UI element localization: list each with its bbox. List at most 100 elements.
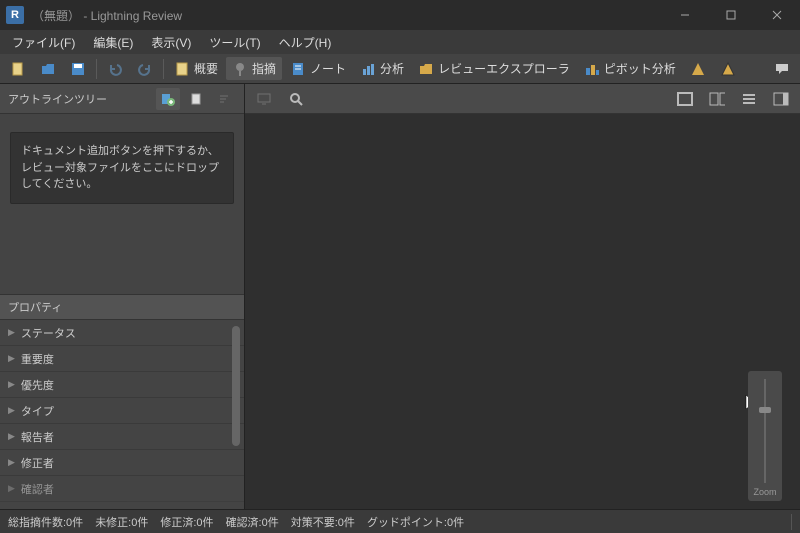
prop-label: 重要度 (21, 351, 54, 367)
zoom-track[interactable] (764, 379, 766, 483)
caret-icon: ▶ (8, 483, 15, 494)
warning-button[interactable] (684, 58, 712, 80)
chat-icon (774, 61, 790, 77)
pivot-button[interactable]: ピボット分析 (578, 57, 682, 80)
note-label: ノート (310, 60, 346, 77)
review-explorer-button[interactable]: レビューエクスプローラ (412, 57, 576, 80)
redo-button[interactable] (131, 58, 159, 80)
panel-right-button[interactable] (768, 88, 794, 110)
menubar: ファイル(F) 編集(E) 表示(V) ツール(T) ヘルプ(H) (0, 30, 800, 54)
prop-fixer[interactable]: ▶ 修正者 (0, 450, 244, 476)
folder-icon (418, 61, 434, 77)
zoom-label: Zoom (753, 487, 776, 497)
status-good: グッドポイント:0件 (367, 514, 464, 530)
prop-label: タイプ (21, 403, 54, 419)
document-icon (174, 61, 190, 77)
prop-label: 修正者 (21, 455, 54, 471)
pivot-label: ピボット分析 (604, 60, 676, 77)
outline-header: アウトラインツリー (0, 84, 244, 114)
overview-button[interactable]: 概要 (168, 57, 224, 80)
split-h-icon (709, 91, 725, 107)
props-list: ▶ステータス ▶重要度 ▶優先度 ▶タイプ ▶報告者 ▶修正者 ▶確認者 (0, 320, 244, 509)
toolbar: 概要 指摘 ノート 分析 レビューエクスプローラ ピボット分析 (0, 54, 800, 84)
outline-doc-button[interactable] (184, 88, 208, 110)
menu-file[interactable]: ファイル(F) (4, 31, 83, 54)
fullscreen-button[interactable] (672, 88, 698, 110)
prop-reporter[interactable]: ▶ 報告者 (0, 424, 244, 450)
issue-label: 指摘 (252, 60, 276, 77)
separator (96, 59, 97, 79)
pivot-icon (584, 61, 600, 77)
caret-icon: ▶ (8, 353, 15, 364)
sidebar: アウトラインツリー ドキュメント追加ボタンを押下するか、レビュー対象ファイルをこ… (0, 84, 245, 509)
outline-sort-button[interactable] (212, 88, 236, 110)
prop-label: 優先度 (21, 377, 54, 393)
prop-confirmer[interactable]: ▶確認者 (0, 476, 244, 502)
warning-icon (690, 61, 706, 77)
status-total: 総指摘件数:0件 (8, 514, 83, 530)
content-toolbar (245, 84, 800, 114)
undo-button[interactable] (101, 58, 129, 80)
save-button[interactable] (64, 58, 92, 80)
note-icon (290, 61, 306, 77)
file-new-icon (10, 61, 26, 77)
caret-icon: ▶ (8, 379, 15, 390)
chart-icon (360, 61, 376, 77)
list-view-button[interactable] (736, 88, 762, 110)
status-nofix: 対策不要:0件 (291, 514, 355, 530)
split-h-button[interactable] (704, 88, 730, 110)
prop-severity[interactable]: ▶ 重要度 (0, 346, 244, 372)
caret-icon: ▶ (8, 405, 15, 416)
pin-icon (232, 61, 248, 77)
scrollbar-thumb[interactable] (232, 326, 240, 446)
statusbar: 総指摘件数:0件 未修正:0件 修正済:0件 確認済:0件 対策不要:0件 グッ… (0, 509, 800, 533)
review-explorer-label: レビューエクスプローラ (438, 60, 570, 77)
save-icon (70, 61, 86, 77)
monitor-button[interactable] (251, 88, 277, 110)
minimize-button[interactable] (662, 0, 708, 30)
maximize-button[interactable] (708, 0, 754, 30)
content-area: Zoom (245, 84, 800, 509)
issue-button[interactable]: 指摘 (226, 57, 282, 80)
fullscreen-icon (677, 91, 693, 107)
close-button[interactable] (754, 0, 800, 30)
window-title: （無題） - Lightning Review (32, 7, 662, 24)
panel-right-icon (773, 91, 789, 107)
analysis-button[interactable]: 分析 (354, 57, 410, 80)
status-unfixed: 未修正:0件 (95, 514, 148, 530)
menu-view[interactable]: 表示(V) (143, 31, 199, 54)
drop-hint: ドキュメント追加ボタンを押下するか、レビュー対象ファイルをここにドロップしてくだ… (10, 132, 234, 204)
analysis-label: 分析 (380, 60, 404, 77)
menu-tool[interactable]: ツール(T) (201, 31, 268, 54)
outline-body[interactable]: ドキュメント追加ボタンを押下するか、レビュー対象ファイルをここにドロップしてくだ… (0, 114, 244, 294)
new-button[interactable] (4, 58, 32, 80)
prop-status[interactable]: ▶ステータス (0, 320, 244, 346)
search-button[interactable] (283, 88, 309, 110)
prop-priority[interactable]: ▶ 優先度 (0, 372, 244, 398)
note-button[interactable]: ノート (284, 57, 352, 80)
chat-button[interactable] (768, 58, 796, 80)
status-separator (791, 514, 792, 530)
menu-edit[interactable]: 編集(E) (85, 31, 141, 54)
open-button[interactable] (34, 58, 62, 80)
prop-type[interactable]: ▶ タイプ (0, 398, 244, 424)
caret-icon: ▶ (8, 431, 15, 442)
caret-icon: ▶ (8, 457, 15, 468)
list-icon (741, 91, 757, 107)
prop-label: ステータス (21, 325, 76, 341)
app-icon: R (6, 6, 24, 24)
outline-add-button[interactable] (156, 88, 180, 110)
status-confirmed: 確認済:0件 (226, 514, 279, 530)
overview-label: 概要 (194, 60, 218, 77)
zoom-thumb[interactable] (759, 407, 771, 413)
monitor-icon (256, 91, 272, 107)
main-area: アウトラインツリー ドキュメント追加ボタンを押下するか、レビュー対象ファイルをこ… (0, 84, 800, 509)
menu-help[interactable]: ヘルプ(H) (271, 31, 340, 54)
prop-label: 報告者 (21, 429, 54, 445)
status-fixed: 修正済:0件 (160, 514, 213, 530)
folder-open-icon (40, 61, 56, 77)
zoom-slider[interactable]: Zoom (748, 371, 782, 501)
outline-title: アウトラインツリー (8, 91, 152, 107)
warning2-button[interactable] (714, 58, 742, 80)
search-icon (288, 91, 304, 107)
